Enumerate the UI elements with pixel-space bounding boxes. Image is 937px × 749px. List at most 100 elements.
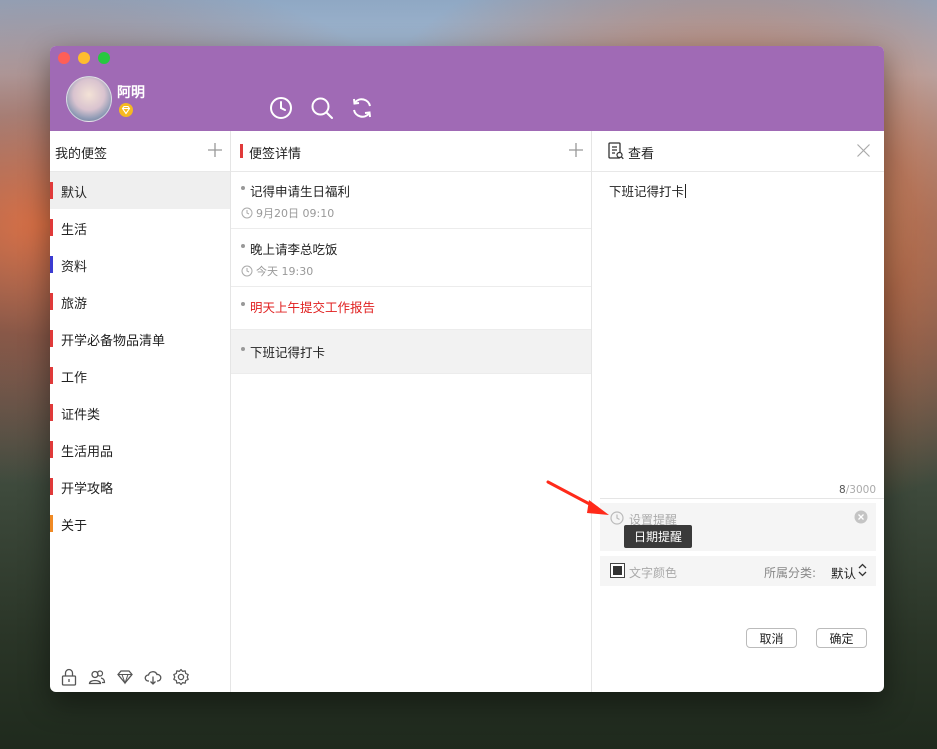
sidebar-item-about[interactable]: 关于 — [50, 505, 230, 542]
view-panel-title: 查看 — [628, 147, 655, 162]
sidebar-item-life[interactable]: 生活 — [50, 209, 230, 246]
sidebar-item-label: 旅游 — [61, 297, 88, 312]
diamond-icon[interactable] — [116, 668, 134, 686]
notes-panel-title: 便签详情 — [249, 147, 302, 162]
category-list: 默认 生活 资料 旅游 开学必备物品清单 工作 证件类 生活用品 开学攻略 关于 — [50, 172, 230, 542]
sidebar-item-label: 生活用品 — [61, 445, 114, 460]
sidebar-item-materials[interactable]: 资料 — [50, 246, 230, 283]
note-title: 明天上午提交工作报告 — [250, 300, 376, 315]
category-select-label: 所属分类: — [763, 566, 816, 580]
username: 阿明 — [117, 85, 145, 101]
category-color-bar — [50, 182, 53, 199]
view-header: 查看 — [592, 131, 884, 172]
search-icon[interactable] — [310, 96, 334, 120]
gear-icon[interactable] — [172, 668, 190, 686]
note-time-text: 今天 19:30 — [256, 265, 314, 278]
sidebar-item-label: 资料 — [61, 260, 88, 275]
avatar[interactable] — [66, 76, 112, 122]
window-maximize-button[interactable] — [98, 52, 110, 64]
vip-diamond-icon — [119, 103, 133, 117]
window-minimize-button[interactable] — [78, 52, 90, 64]
category-select[interactable]: 默认 — [831, 563, 856, 582]
app-window: 阿明 我的便签 默认 生活 资料 旅游 开学必备物品清单 工作 证件类 生活用品… — [50, 46, 884, 692]
sidebar-footer — [60, 668, 220, 688]
sidebar-item-label: 关于 — [61, 519, 88, 534]
clock-icon — [241, 207, 253, 219]
char-count: 8 — [839, 484, 846, 496]
notes-list-panel: 便签详情 记得申请生日福利 9月20日 09:10 晚上请李总吃饭 今天 19:… — [231, 131, 592, 692]
char-counter: 8/3000 — [839, 484, 876, 496]
text-color-swatch[interactable] — [610, 563, 625, 578]
sidebar-item-label: 生活 — [61, 223, 88, 238]
divider — [600, 498, 884, 499]
sync-icon[interactable] — [350, 96, 374, 120]
category-color-bar — [50, 515, 53, 532]
note-bullet — [241, 244, 245, 248]
date-reminder-tooltip: 日期提醒 — [624, 525, 693, 548]
sidebar-item-supplies[interactable]: 生活用品 — [50, 431, 230, 468]
note-content-text: 下班记得打卡 — [609, 184, 685, 199]
note-title: 记得申请生日福利 — [250, 184, 351, 199]
note-item[interactable]: 晚上请李总吃饭 今天 19:30 — [231, 229, 591, 287]
category-color-bar — [50, 478, 53, 495]
sidebar-item-label: 工作 — [61, 371, 88, 386]
add-note-icon[interactable] — [569, 143, 583, 157]
note-time: 今天 19:30 — [241, 263, 313, 279]
notes-header-accent — [240, 144, 243, 158]
note-bullet — [241, 186, 245, 190]
category-color-bar — [50, 441, 53, 458]
sidebar-item-work[interactable]: 工作 — [50, 357, 230, 394]
users-icon[interactable] — [88, 668, 106, 686]
category-color-bar — [50, 256, 53, 273]
note-list: 记得申请生日福利 9月20日 09:10 晚上请李总吃饭 今天 19:30 明天… — [231, 172, 591, 374]
lock-icon[interactable] — [60, 668, 78, 686]
window-close-button[interactable] — [58, 52, 70, 64]
add-category-icon[interactable] — [208, 143, 222, 157]
sidebar-item-label: 默认 — [61, 186, 88, 201]
sidebar-item-label: 开学攻略 — [61, 482, 114, 497]
annotation-arrow-icon — [546, 480, 609, 515]
notes-header: 便签详情 — [231, 131, 591, 172]
category-color-bar — [50, 367, 53, 384]
sidebar-item-label: 证件类 — [61, 408, 101, 423]
note-bullet — [241, 302, 245, 306]
cancel-button[interactable]: 取消 — [746, 628, 797, 648]
sidebar-item-school-guide[interactable]: 开学攻略 — [50, 468, 230, 505]
sidebar-item-default[interactable]: 默认 — [50, 172, 230, 209]
note-content-editor[interactable]: 下班记得打卡 — [609, 181, 687, 200]
note-view-icon — [608, 142, 624, 160]
note-item[interactable]: 记得申请生日福利 9月20日 09:10 — [231, 172, 591, 229]
close-icon[interactable] — [857, 144, 870, 157]
clock-icon — [241, 265, 253, 277]
sidebar-item-travel[interactable]: 旅游 — [50, 283, 230, 320]
clear-reminder-icon[interactable] — [854, 510, 868, 524]
note-bullet — [241, 347, 245, 351]
text-cursor — [685, 184, 687, 198]
clock-icon[interactable] — [269, 96, 293, 120]
note-time-text: 9月20日 09:10 — [256, 207, 335, 220]
note-view-panel: 查看 下班记得打卡 8/3000 设置提醒 日期提醒 文字颜色 所属分类: 默认 — [592, 131, 884, 692]
category-color-bar — [50, 404, 53, 421]
note-time: 9月20日 09:10 — [241, 205, 334, 221]
confirm-button[interactable]: 确定 — [816, 628, 867, 648]
sidebar-item-documents[interactable]: 证件类 — [50, 394, 230, 431]
text-color-label: 文字颜色 — [629, 566, 678, 580]
category-panel-title: 我的便签 — [55, 147, 108, 162]
note-item-selected[interactable]: 下班记得打卡 — [231, 330, 591, 374]
note-title: 晚上请李总吃饭 — [250, 242, 338, 257]
cloud-download-icon[interactable] — [144, 668, 162, 686]
chevron-updown-icon[interactable] — [858, 563, 867, 577]
category-color-bar — [50, 330, 53, 347]
category-sidebar: 我的便签 默认 生活 资料 旅游 开学必备物品清单 工作 证件类 生活用品 开学… — [50, 131, 231, 692]
category-header: 我的便签 — [50, 131, 230, 172]
note-title: 下班记得打卡 — [250, 345, 326, 360]
sidebar-item-school-checklist[interactable]: 开学必备物品清单 — [50, 320, 230, 357]
reminder-field[interactable]: 设置提醒 日期提醒 — [600, 503, 876, 551]
category-color-bar — [50, 293, 53, 310]
sidebar-item-label: 开学必备物品清单 — [61, 334, 166, 349]
note-item-important[interactable]: 明天上午提交工作报告 — [231, 287, 591, 330]
category-color-bar — [50, 219, 53, 236]
char-max: /3000 — [845, 484, 876, 496]
note-options-row: 文字颜色 所属分类: 默认 — [600, 556, 876, 586]
title-bar: 阿明 — [50, 46, 884, 131]
